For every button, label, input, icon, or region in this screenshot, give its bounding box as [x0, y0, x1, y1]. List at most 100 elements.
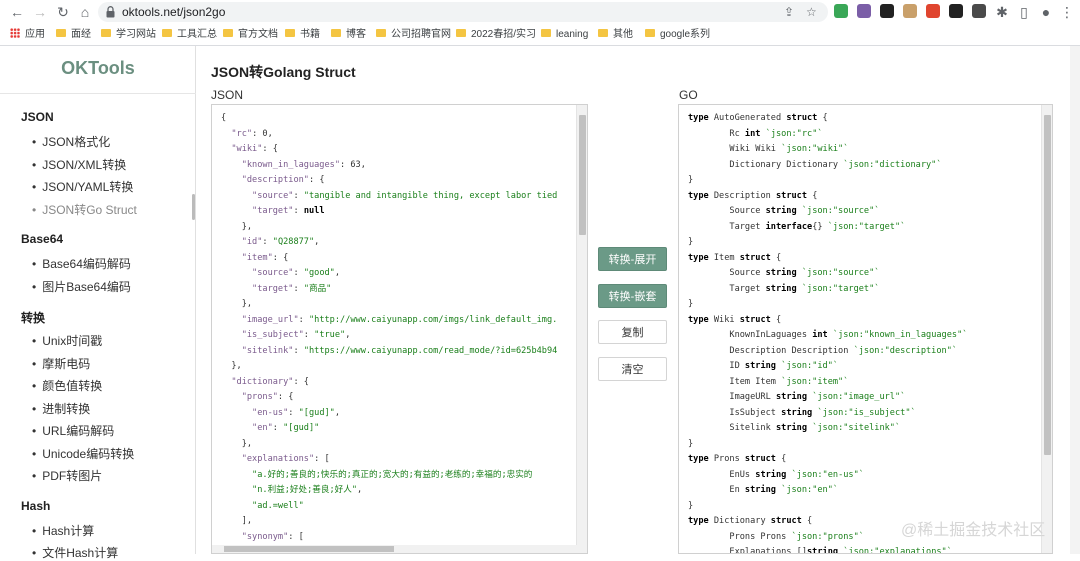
code-line: "prons": { [241, 392, 294, 402]
sidebar-scrollbar[interactable] [192, 194, 195, 220]
sidebar-item[interactable]: 摩斯电码 [32, 355, 90, 372]
sidebar-item[interactable]: JSON/XML转换 [32, 156, 126, 173]
bookmark-item[interactable]: 公司招聘官网 [376, 27, 451, 42]
code-line: "source": "tangible and intangible thing… [252, 190, 558, 201]
bookmark-item[interactable]: 应用 [10, 27, 45, 42]
folder-icon [56, 29, 66, 37]
copy-button[interactable]: 复制 [598, 320, 667, 344]
site-logo[interactable]: OKTools [0, 58, 196, 79]
code-line: }, [221, 361, 242, 371]
bookmark-item[interactable]: 学习网站 [101, 27, 156, 42]
bookmark-item[interactable]: 书籍 [285, 27, 320, 42]
code-line: "item": { [241, 252, 289, 263]
json-vscroll-thumb[interactable] [579, 115, 586, 235]
bookmark-label: 2022春招/实习 [471, 29, 537, 40]
json-hscroll-thumb[interactable] [224, 546, 394, 552]
sidebar-item[interactable]: JSON/YAML转换 [32, 178, 133, 195]
bookmark-label: 公司招聘官网 [391, 29, 451, 40]
sidebar-item[interactable]: 图片Base64编码 [32, 278, 131, 295]
logo-divider [0, 93, 196, 94]
code-line: ID string `json:"id"` [688, 361, 839, 371]
sidebar-item[interactable]: JSON转Go Struct [32, 201, 137, 218]
profile-avatar[interactable]: ● [1037, 3, 1055, 21]
sidebar-item[interactable]: Hash计算 [32, 522, 94, 539]
browser-chrome: ← → ↻ ⌂ oktools.net/json2go ⇪ ☆ ✱ ▯ ● ⋮ 应用 面… [0, 0, 1080, 46]
reload-icon[interactable]: ↻ [54, 3, 72, 21]
home-icon[interactable]: ⌂ [76, 3, 94, 21]
sidebar-item[interactable]: 颜色值转换 [32, 377, 102, 394]
code-line: type Description struct { [688, 190, 818, 201]
back-icon[interactable]: ← [8, 3, 26, 21]
sidebar-item[interactable]: URL编码解码 [32, 422, 114, 439]
bookmark-item[interactable]: 其他 [598, 27, 633, 42]
more-menu-icon[interactable]: ⋮ [1058, 3, 1076, 21]
json-input-editor[interactable]: { "rc": 0, "wiki": { "known_in_laguages"… [211, 104, 588, 554]
folder-icon [101, 29, 111, 37]
json-vertical-scrollbar[interactable] [576, 105, 587, 553]
go-output-editor[interactable]: type AutoGenerated struct { Rc int `json… [678, 104, 1053, 554]
code-line: type Item struct { [688, 252, 782, 263]
address-bar[interactable]: oktools.net/json2go ⇪ ☆ [98, 2, 828, 22]
extension-icon[interactable] [972, 4, 986, 18]
folder-icon [331, 29, 341, 37]
code-line: }, [221, 299, 253, 309]
main-content: JSON转Golang Struct JSON GO { "rc": 0, "w… [197, 46, 1080, 554]
sidebar: OKTools JSON JSON格式化 JSON/XML转换 JSON/YAML转换… [0, 46, 196, 560]
code-line: IsSubject string `json:"is_subject"` [688, 407, 916, 418]
bookmark-label: 其他 [613, 29, 633, 40]
page-scrollbar[interactable] [1070, 46, 1080, 554]
bookmark-item[interactable]: leaning [541, 27, 588, 42]
bookmark-item[interactable]: 博客 [331, 27, 366, 42]
sidebar-item[interactable]: JSON格式化 [32, 133, 110, 150]
code-line: "rc": 0, [231, 128, 273, 139]
bookmark-item[interactable]: 工具汇总 [162, 27, 217, 42]
extension-icon[interactable] [903, 4, 917, 18]
folder-icon [456, 29, 466, 37]
json-horizontal-scrollbar[interactable] [212, 545, 578, 553]
sidebar-section-title: 转换 [21, 311, 46, 325]
sidebar-item[interactable]: Unix时间戳 [32, 332, 102, 349]
bookmark-label: google系列 [660, 29, 711, 40]
sidebar-item[interactable]: Base64编码解码 [32, 255, 131, 272]
extension-icon[interactable] [949, 4, 963, 18]
extension-icon[interactable] [857, 4, 871, 18]
share-icon[interactable]: ⇪ [784, 5, 794, 19]
code-line: "explanations": [ [241, 454, 330, 464]
code-line: "source": "good", [252, 268, 341, 278]
bookmark-item[interactable]: 面经 [56, 27, 91, 42]
convert-expand-button[interactable]: 转换-展开 [598, 247, 667, 271]
go-vertical-scrollbar[interactable] [1041, 105, 1052, 553]
apps-grid-icon [10, 28, 20, 38]
code-line: } [688, 175, 694, 185]
code-line: Target string `json:"target"` [688, 283, 880, 294]
folder-icon [541, 29, 551, 37]
extension-icon[interactable] [880, 4, 894, 18]
extension-icon[interactable] [834, 4, 848, 18]
side-panel-icon[interactable]: ▯ [1015, 3, 1033, 21]
code-line: "target": null [252, 206, 325, 216]
code-line: "id": "Q28877", [241, 237, 320, 247]
bookmark-label: 书籍 [300, 29, 320, 40]
code-line: } [688, 237, 694, 247]
sidebar-item[interactable]: Unicode编码转换 [32, 445, 134, 462]
code-line: "a.好的;善良的;快乐的;真正的;宽大的;有益的;老练的;幸福的;忠实的 [252, 469, 533, 480]
convert-nested-button[interactable]: 转换-嵌套 [598, 284, 667, 308]
bookmark-item[interactable]: google系列 [645, 27, 710, 42]
extension-icon[interactable] [926, 4, 940, 18]
bookmark-item[interactable]: 官方文档 [223, 27, 278, 42]
code-line: KnownInLaguages int `json:"known_in_lagu… [688, 330, 968, 340]
sidebar-item[interactable]: 进制转换 [32, 400, 90, 417]
bookmark-star-icon[interactable]: ☆ [806, 5, 817, 19]
code-line: Target interface{} `json:"target"` [688, 221, 906, 232]
go-vscroll-thumb[interactable] [1044, 115, 1051, 455]
forward-icon[interactable]: → [31, 3, 49, 21]
bookmark-item[interactable]: 2022春招/实习 [456, 27, 536, 42]
puzzle-icon[interactable]: ✱ [993, 3, 1011, 21]
code-line: type Wiki struct { [688, 314, 782, 325]
folder-icon [598, 29, 608, 37]
code-line: Wiki Wiki `json:"wiki"` [688, 144, 849, 154]
sidebar-item[interactable]: PDF转图片 [32, 467, 102, 484]
clear-button[interactable]: 清空 [598, 357, 667, 381]
bookmark-label: 学习网站 [116, 29, 156, 40]
sidebar-item[interactable]: 文件Hash计算 [32, 544, 118, 561]
